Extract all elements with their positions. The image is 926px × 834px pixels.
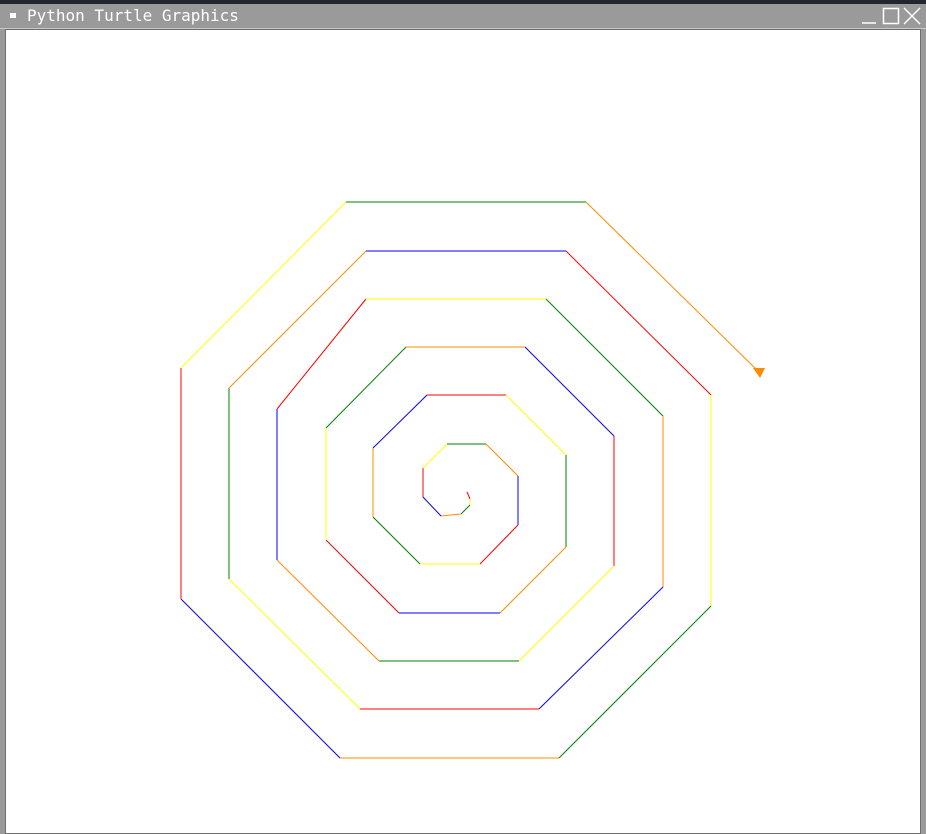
window-title: Python Turtle Graphics xyxy=(27,6,239,25)
spiral-segment xyxy=(479,524,519,565)
spiral-segment xyxy=(505,394,567,456)
spiral-segment xyxy=(325,539,400,614)
spiral-segment xyxy=(276,559,380,662)
spiral-segment xyxy=(524,346,615,437)
spiral-segment xyxy=(499,546,567,614)
spiral-segment xyxy=(325,346,407,429)
spiral-segment xyxy=(440,513,462,517)
close-icon xyxy=(903,7,921,25)
spiral-segment xyxy=(565,250,712,396)
spiral-segment xyxy=(485,443,519,477)
spiral-segment xyxy=(180,201,347,369)
maximize-icon xyxy=(882,7,900,25)
spiral-segment xyxy=(228,578,361,710)
spiral-segment xyxy=(538,586,664,710)
spiral-segment xyxy=(228,250,367,389)
maximize-button[interactable] xyxy=(882,7,900,25)
window-menu-icon[interactable] xyxy=(10,13,16,18)
turtle-canvas-area[interactable] xyxy=(5,29,921,834)
spiral-segment xyxy=(422,443,448,469)
spiral-segment xyxy=(180,598,341,759)
spiral-segment xyxy=(276,298,367,410)
close-button[interactable] xyxy=(903,7,921,25)
turtle-window: Python Turtle Graphics xyxy=(0,4,926,834)
spiral-segment xyxy=(585,201,760,373)
spiral-segment xyxy=(466,491,471,500)
spiral-segment xyxy=(422,496,442,517)
spiral-drawing xyxy=(180,201,765,759)
turtle-cursor-icon xyxy=(753,368,765,378)
spiral-segment xyxy=(545,298,664,417)
title-bar[interactable]: Python Turtle Graphics xyxy=(0,4,926,29)
spiral-segment xyxy=(460,504,471,515)
spiral-segment xyxy=(372,516,421,565)
spiral-segment xyxy=(558,605,712,759)
minimize-button[interactable] xyxy=(860,7,878,25)
minimize-icon xyxy=(862,22,876,24)
spiral-segment xyxy=(372,394,428,449)
